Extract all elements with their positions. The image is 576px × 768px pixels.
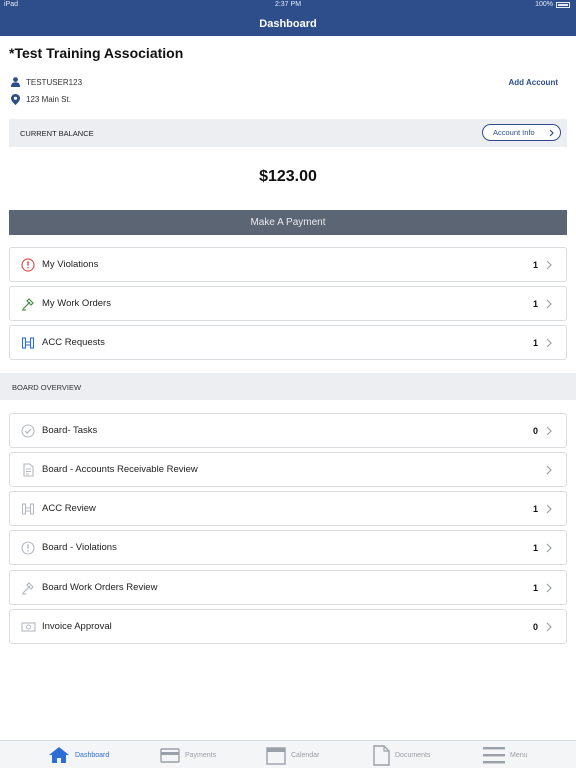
list-item-count: 1 [532,259,538,270]
alert-circle-icon [20,257,36,273]
list-item-board-work-orders-review[interactable]: Board Work Orders Review 1 [9,570,567,605]
address: 123 Main St. [26,95,71,104]
list-item-my-work-orders[interactable]: My Work Orders 1 [9,286,567,321]
list-item-count: 0 [532,621,538,632]
user-row: TESTUSER123 [11,77,82,87]
association-title: *Test Training Association [9,45,184,61]
calendar-icon [266,747,286,765]
list-item-label: ACC Review [42,503,96,514]
list-item-label: Board - Violations [42,542,117,553]
document-icon [20,462,36,478]
list-item-label: My Work Orders [42,298,111,309]
chevron-right-icon [546,504,554,514]
list-item-acc-requests[interactable]: ACC Requests 1 [9,325,567,360]
section-title: BOARD OVERVIEW [12,383,82,392]
list-item-my-violations[interactable]: My Violations 1 [9,247,567,282]
list-item-label: Board Work Orders Review [42,582,158,593]
add-account-link[interactable]: Add Account [509,78,558,87]
status-bar: iPad 2:37 PM 100% [0,0,576,12]
list-item-board-tasks[interactable]: Board- Tasks 0 [9,413,567,448]
chevron-right-icon [549,129,554,137]
credit-card-icon [160,747,180,763]
balance-label: CURRENT BALANCE [20,129,94,138]
list-item-label: Invoice Approval [42,621,112,632]
page-title: Dashboard [259,18,317,30]
list-item-acc-review[interactable]: ACC Review 1 [9,491,567,526]
list-item-board-violations[interactable]: Board - Violations 1 [9,530,567,565]
list-item-count: 1 [532,337,538,348]
battery-percent: 100% [535,1,553,8]
home-icon [49,747,69,763]
check-circle-icon [20,423,36,439]
tab-label: Menu [510,751,528,759]
tab-label: Calendar [291,751,320,759]
tab-label: Payments [185,751,217,759]
list-item-invoice-approval[interactable]: Invoice Approval 0 [9,609,567,644]
list-item-label: Board - Accounts Receivable Review [42,464,198,475]
chevron-right-icon [546,426,554,436]
list-item-label: Board- Tasks [42,425,98,436]
document-icon [373,744,390,766]
tab-payments[interactable]: Payments [160,743,216,767]
list-item-count: 1 [532,582,538,593]
username: TESTUSER123 [26,77,83,87]
chevron-right-icon [546,338,554,348]
tab-bar: Dashboard Payments Calendar Documents Me… [0,740,576,768]
board-overview-header: BOARD OVERVIEW [0,373,576,400]
tab-dashboard[interactable]: Dashboard [48,743,109,767]
tab-label: Documents [395,751,431,759]
alert-circle-icon [20,540,36,556]
make-payment-button[interactable]: Make A Payment [9,210,567,235]
tab-calendar[interactable]: Calendar [266,743,319,767]
tab-documents[interactable]: Documents [373,743,430,767]
wrench-icon [20,580,36,596]
building-icon [20,501,36,517]
list-item-accounts-receivable-review[interactable]: Board - Accounts Receivable Review [9,452,567,487]
list-item-count: 0 [532,425,538,436]
chevron-right-icon [546,260,554,270]
list-item-count: 1 [532,298,538,309]
address-row: 123 Main St. [11,94,71,105]
tab-label: Dashboard [75,751,110,759]
balance-amount: $123.00 [259,168,317,185]
list-item-label: ACC Requests [42,337,105,348]
list-item-count: 1 [532,503,538,514]
balance-bar: CURRENT BALANCE Account Info [9,119,567,147]
list-item-label: My Violations [42,259,99,270]
nav-bar: Dashboard [0,12,576,36]
money-icon [20,619,36,635]
chevron-right-icon [546,299,554,309]
chevron-right-icon [546,583,554,593]
building-icon [20,335,36,351]
battery-icon [556,1,570,8]
chevron-right-icon [546,543,554,553]
tab-menu[interactable]: Menu [483,743,528,767]
person-icon [11,77,20,87]
battery-indicator: 100% [535,1,570,8]
hamburger-icon [483,747,505,764]
location-pin-icon [11,94,20,105]
chevron-right-icon [546,465,554,475]
wrench-icon [20,296,36,312]
list-item-count: 1 [532,542,538,553]
clock: 2:37 PM [274,1,302,8]
chevron-right-icon [546,622,554,632]
account-info-button[interactable]: Account Info [482,124,561,141]
account-info-label: Account Info [493,128,535,137]
